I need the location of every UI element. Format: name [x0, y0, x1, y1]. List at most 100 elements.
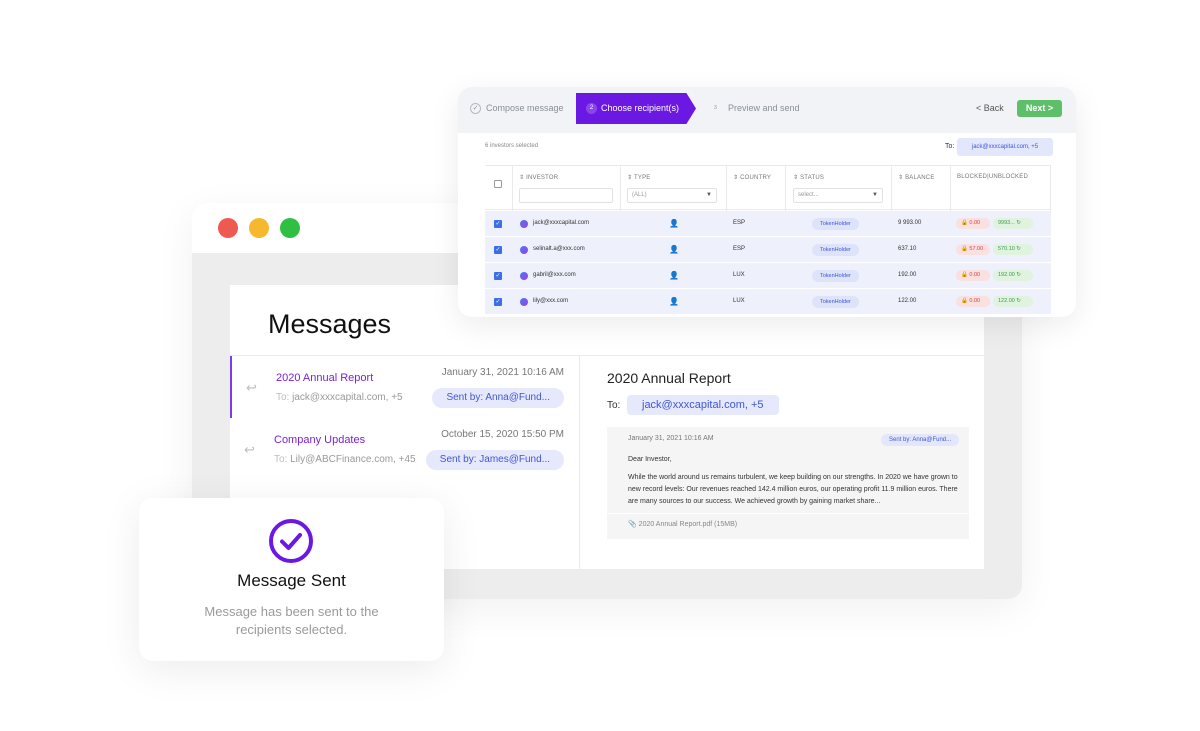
column-status[interactable]: ⇕ STATUS	[793, 174, 824, 181]
selected-count: 6 investors selected	[485, 143, 539, 149]
lock-icon: 🔒	[961, 298, 968, 304]
message-body-card: January 31, 2021 10:16 AM Sent by: Anna@…	[607, 427, 969, 539]
sort-icon: ⇕	[733, 175, 739, 181]
sent-description: Message has been sent to the recipients …	[204, 604, 379, 637]
chevron-down-icon: ▼	[872, 192, 878, 198]
sort-icon: ⇕	[898, 175, 904, 181]
message-list-item[interactable]: ↩ Company Updates To: Lily@ABCFinance.co…	[230, 418, 580, 480]
maximize-window-button[interactable]	[280, 218, 300, 238]
message-date: January 31, 2021 10:16 AM	[441, 367, 564, 378]
reply-icon: ↩	[244, 442, 255, 457]
row-checkbox[interactable]: ✓	[494, 298, 502, 306]
table-row[interactable]: ✓ lily@xxx.com 👤 LUX TokenHolder 122.00 🔒 0.00…	[485, 289, 1051, 315]
unlock-icon: ↻	[1016, 246, 1021, 252]
status-badge: TokenHolder	[812, 296, 859, 308]
investor-email: gabril@xxx.com	[533, 272, 576, 278]
blocked-amount: 🔒 0.00	[956, 296, 990, 307]
chevron-down-icon: ▼	[706, 192, 712, 198]
check-circle-icon	[269, 519, 313, 563]
column-type[interactable]: ⇕ TYPE	[627, 174, 650, 181]
table-row[interactable]: ✓ selinalt.a@xxx.com 👤 ESP TokenHolder 637.10…	[485, 237, 1051, 263]
step-label: Choose recipient(s)	[601, 103, 680, 113]
reply-icon: ↩	[246, 380, 257, 395]
type-filter-select[interactable]: (ALL) ▼	[627, 188, 717, 203]
back-button[interactable]: < Back	[976, 103, 1004, 113]
person-icon: 👤	[669, 271, 679, 280]
check-circle-icon: ✓	[470, 103, 481, 114]
person-icon: 👤	[669, 219, 679, 228]
next-button[interactable]: Next >	[1017, 100, 1062, 117]
row-checkbox[interactable]: ✓	[494, 272, 502, 280]
lock-icon: 🔒	[961, 246, 968, 252]
unlock-icon: ↻	[1016, 220, 1021, 226]
status-badge: TokenHolder	[812, 244, 859, 256]
step-preview-send[interactable]: Preview and send	[728, 103, 800, 113]
message-list-item[interactable]: ↩ 2020 Annual Report To: jack@xxxcapital…	[230, 356, 580, 418]
investor-balance: 9 993.00	[898, 220, 922, 226]
lock-icon: 🔒	[961, 272, 968, 278]
investor-balance: 122.00	[898, 298, 917, 304]
message-subject: 2020 Annual Report	[276, 372, 374, 384]
to-label: To:	[945, 143, 955, 150]
column-investor[interactable]: ⇕ INVESTOR	[519, 174, 558, 181]
message-greeting: Dear Investor,	[628, 456, 672, 463]
avatar	[520, 246, 528, 254]
investor-email: lily@xxx.com	[533, 298, 569, 304]
sort-icon: ⇕	[627, 175, 633, 181]
investor-country: ESP	[733, 246, 746, 252]
row-checkbox[interactable]: ✓	[494, 220, 502, 228]
column-blocked: BLOCKED|UNBLOCKED	[957, 174, 1028, 180]
blocked-amount: 🔒 57.00	[956, 244, 990, 255]
message-recipients: To: jack@xxxcapital.com, +5	[276, 392, 403, 403]
paperclip-icon: 📎	[628, 521, 637, 528]
avatar	[520, 220, 528, 228]
step-compose-message[interactable]: Compose message	[486, 103, 564, 113]
avatar	[520, 272, 528, 280]
status-badge: TokenHolder	[812, 218, 859, 230]
attachment-label: 2020 Annual Report.pdf (15MB)	[638, 521, 738, 528]
recipient-chip[interactable]: jack@xxxcapital.com, +5	[957, 138, 1053, 156]
sent-title: Message Sent	[237, 571, 346, 590]
sent-by-badge: Sent by: Anna@Fund...	[432, 388, 564, 408]
message-detail: 2020 Annual Report To: jack@xxxcapital.c…	[588, 356, 984, 569]
column-country[interactable]: ⇕ COUNTRY	[733, 174, 771, 181]
detail-to-label: To:	[607, 400, 621, 411]
step-number: 3	[714, 105, 717, 111]
recipient-chooser: ✓ Compose message 2 Choose recipient(s) …	[458, 87, 1076, 317]
select-all-checkbox[interactable]	[494, 180, 502, 188]
attachment-link[interactable]: 📎 2020 Annual Report.pdf (15MB)	[628, 520, 737, 528]
investor-balance: 192.00	[898, 272, 917, 278]
blocked-amount: 🔒 0.00	[956, 270, 990, 281]
minimize-window-button[interactable]	[249, 218, 269, 238]
page-title: Messages	[268, 309, 392, 339]
sort-icon: ⇕	[793, 175, 799, 181]
table-header: ⇕ INVESTOR ⇕ TYPE (ALL) ▼ ⇕ COUNTRY ⇕ STA…	[485, 165, 1051, 211]
unblocked-amount: 570.10 ↻	[993, 244, 1033, 255]
wizard-steps: ✓ Compose message 2 Choose recipient(s) …	[458, 87, 1076, 133]
step-choose-recipients[interactable]: 2 Choose recipient(s)	[576, 93, 696, 124]
step-number: 2	[586, 103, 597, 114]
detail-title: 2020 Annual Report	[607, 370, 731, 386]
unblocked-amount: 192.00 ↻	[993, 270, 1033, 281]
table-row[interactable]: ✓ jack@xxxcapital.com 👤 ESP TokenHolder 9 993…	[485, 211, 1051, 237]
row-checkbox[interactable]: ✓	[494, 246, 502, 254]
unlock-icon: ↻	[1016, 298, 1021, 304]
message-subject: Company Updates	[274, 434, 366, 446]
recipient-chip[interactable]: jack@xxxcapital.com, +5	[627, 395, 779, 415]
column-balance[interactable]: ⇕ BALANCE	[898, 174, 935, 181]
message-recipients: To: Lily@ABCFinance.com, +45	[274, 454, 416, 465]
table-row[interactable]: ✓ gabril@xxx.com 👤 LUX TokenHolder 192.00 🔒 0.…	[485, 263, 1051, 289]
person-icon: 👤	[669, 245, 679, 254]
lock-icon: 🔒	[961, 220, 968, 226]
sent-by-badge: Sent by: James@Fund...	[425, 450, 564, 470]
investor-email: selinalt.a@xxx.com	[533, 246, 585, 252]
unblocked-amount: 122.00 ↻	[993, 296, 1033, 307]
card-date: January 31, 2021 10:16 AM	[628, 435, 714, 442]
status-filter-select[interactable]: select... ▼	[793, 188, 883, 203]
investor-balance: 637.10	[898, 246, 917, 252]
message-sent-card: Message Sent Message has been sent to th…	[139, 498, 444, 661]
close-window-button[interactable]	[218, 218, 238, 238]
investor-country: ESP	[733, 220, 746, 226]
blocked-amount: 🔒 0.00	[956, 218, 990, 229]
investor-filter-input[interactable]	[519, 188, 613, 203]
